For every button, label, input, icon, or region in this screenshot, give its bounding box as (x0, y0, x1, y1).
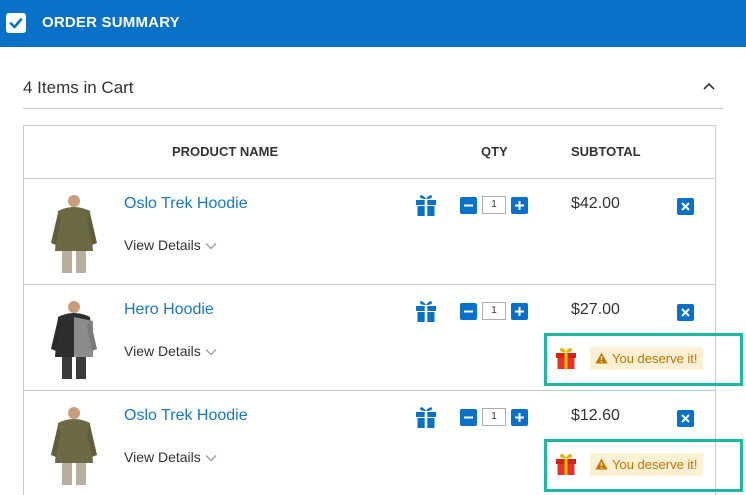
close-icon (681, 414, 690, 423)
promo-badge: You deserve it! (590, 347, 703, 370)
chevron-down-icon (205, 243, 217, 250)
product-name-link[interactable]: Oslo Trek Hoodie (124, 407, 248, 425)
remove-item-button[interactable] (677, 198, 694, 215)
view-details-label: View Details (124, 449, 201, 465)
chevron-down-icon (205, 349, 217, 356)
promo-highlight: You deserve it! (544, 333, 743, 386)
gift-box-icon (556, 347, 576, 369)
qty-increase-button[interactable] (511, 409, 528, 426)
qty-decrease-button[interactable] (460, 197, 477, 214)
qty-increase-button[interactable] (511, 303, 528, 320)
page-title: ORDER SUMMARY (42, 14, 180, 31)
product-name-link[interactable]: Oslo Trek Hoodie (124, 195, 248, 213)
warning-icon (595, 458, 608, 470)
row-subtotal: $42.00 (571, 195, 620, 212)
qty-increase-button[interactable] (511, 197, 528, 214)
column-header-qty: QTY (481, 144, 508, 159)
row-subtotal: $12.60 (571, 407, 620, 424)
qty-decrease-button[interactable] (460, 409, 477, 426)
close-icon (681, 308, 690, 317)
table-row: Hero Hoodie View Details 1 $27.00 You de… (24, 284, 743, 390)
table-row: Oslo Trek Hoodie View Details 1 $12.60 Y… (24, 390, 743, 495)
qty-input[interactable]: 1 (482, 196, 506, 214)
view-details-toggle[interactable]: View Details (124, 343, 217, 359)
remove-item-button[interactable] (677, 304, 694, 321)
gift-icon[interactable] (414, 405, 438, 429)
order-summary-header: ORDER SUMMARY (0, 0, 746, 47)
chevron-up-icon[interactable] (701, 78, 717, 94)
checkbox-icon[interactable] (6, 13, 26, 33)
remove-item-button[interactable] (677, 410, 694, 427)
cart-count-label: 4 Items in Cart (23, 78, 134, 97)
column-header-subtotal: SUBTOTAL (571, 144, 641, 159)
product-image[interactable] (44, 403, 104, 487)
qty-input[interactable]: 1 (482, 302, 506, 320)
gift-icon[interactable] (414, 299, 438, 323)
close-icon (681, 202, 690, 211)
product-image[interactable] (44, 297, 104, 381)
chevron-down-icon (205, 455, 217, 462)
promo-text: You deserve it! (612, 351, 698, 366)
cart-table: PRODUCT NAME QTY SUBTOTAL Oslo Trek Hood… (23, 125, 743, 495)
qty-input[interactable]: 1 (482, 408, 506, 426)
row-subtotal: $27.00 (571, 301, 620, 318)
warning-icon (595, 352, 608, 364)
product-image[interactable] (44, 191, 104, 275)
product-name-link[interactable]: Hero Hoodie (124, 301, 214, 319)
view-details-label: View Details (124, 237, 201, 253)
column-header-product: PRODUCT NAME (172, 144, 279, 159)
cart-items-toggle[interactable]: 4 Items in Cart (23, 72, 723, 109)
gift-icon[interactable] (414, 193, 438, 217)
qty-decrease-button[interactable] (460, 303, 477, 320)
view-details-toggle[interactable]: View Details (124, 449, 217, 465)
promo-badge: You deserve it! (590, 453, 703, 476)
promo-text: You deserve it! (612, 457, 698, 472)
view-details-label: View Details (124, 343, 201, 359)
gift-box-icon (556, 453, 576, 475)
table-row: Oslo Trek Hoodie View Details 1 $42.00 (24, 178, 715, 284)
promo-highlight: You deserve it! (544, 439, 743, 492)
view-details-toggle[interactable]: View Details (124, 237, 217, 253)
